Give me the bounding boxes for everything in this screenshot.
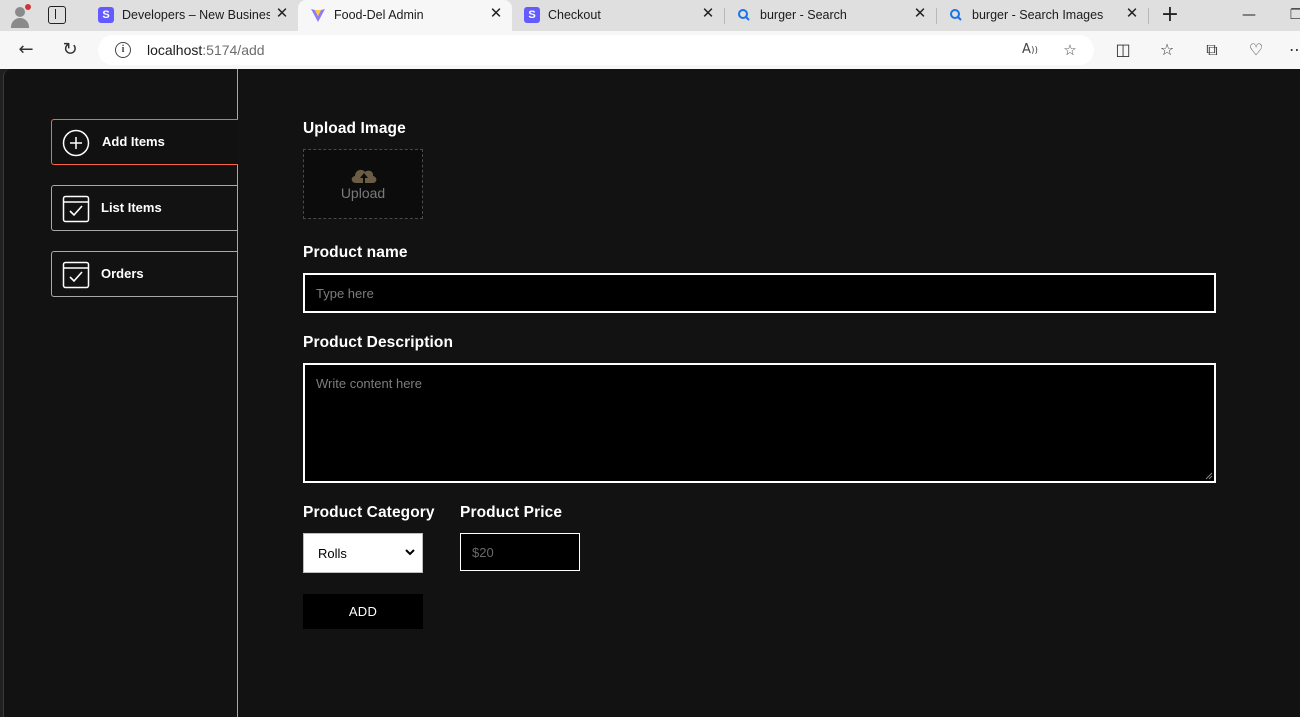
minimize-icon[interactable]: — — [1237, 4, 1261, 28]
browser-tab-food-del-admin[interactable]: Food-Del Admin ✕ — [298, 0, 512, 31]
browser-tab-burger-search[interactable]: burger - Search ✕ — [724, 0, 937, 31]
sidebar-item-orders[interactable]: Orders — [51, 251, 238, 297]
favorites-icon[interactable]: ☆ — [1156, 39, 1178, 61]
split-screen-icon[interactable]: ◫ — [1112, 39, 1134, 61]
close-tab-icon[interactable]: ✕ — [488, 6, 504, 22]
vite-icon — [311, 9, 325, 22]
sidebar-item-label: Add Items — [102, 134, 165, 149]
tab-title: Checkout — [548, 8, 601, 22]
browser-tab-checkout[interactable]: S Checkout ✕ — [512, 0, 725, 31]
product-price-input[interactable]: $20 — [460, 533, 580, 571]
search-icon — [950, 9, 962, 21]
product-category-label: Product Category — [303, 504, 435, 521]
upload-text: Upload — [340, 185, 386, 201]
stripe-icon: S — [524, 7, 540, 23]
collections-icon[interactable]: ⧉ — [1201, 39, 1223, 61]
read-aloud-icon[interactable]: A)) — [1019, 40, 1041, 60]
chevron-down-icon — [405, 549, 415, 556]
refresh-icon[interactable]: ↻ — [58, 38, 82, 62]
add-circle-icon — [62, 129, 90, 157]
add-item-form: Upload Image Upload Product name Type he… — [239, 69, 1300, 717]
sidebar-item-label: Orders — [101, 266, 144, 281]
add-button[interactable]: ADD — [303, 594, 423, 629]
sidebar-item-add-items[interactable]: Add Items — [51, 119, 238, 165]
favorite-star-icon[interactable]: ☆ — [1059, 40, 1081, 60]
placeholder: Type here — [316, 286, 374, 301]
placeholder: Write content here — [316, 376, 422, 391]
new-tab-icon[interactable]: + — [1158, 4, 1182, 28]
product-name-input[interactable]: Type here — [303, 273, 1216, 313]
product-category-select[interactable]: Rolls — [303, 533, 423, 573]
resize-grip-icon[interactable] — [1205, 472, 1213, 480]
product-description-label: Product Description — [303, 334, 454, 351]
tab-title: burger - Search — [760, 8, 847, 22]
sidebar-item-list-items[interactable]: List Items — [51, 185, 238, 231]
upload-image-dropzone[interactable]: Upload — [303, 149, 423, 219]
browser-essentials-icon[interactable]: ♡ — [1245, 39, 1267, 61]
upload-image-label: Upload Image — [303, 120, 406, 137]
site-info-icon[interactable]: i — [115, 42, 131, 58]
restore-icon[interactable]: ❐ — [1284, 4, 1300, 28]
close-tab-icon[interactable]: ✕ — [274, 6, 290, 22]
close-tab-icon[interactable]: ✕ — [912, 6, 928, 22]
sidebar-item-label: List Items — [101, 200, 162, 215]
cloud-upload-icon — [351, 169, 377, 183]
close-tab-icon[interactable]: ✕ — [700, 6, 716, 22]
url-text[interactable]: localhost:5174/add — [147, 42, 265, 58]
checklist-icon — [62, 195, 90, 223]
close-tab-icon[interactable]: ✕ — [1124, 6, 1140, 22]
tab-title: Food-Del Admin — [334, 8, 424, 22]
browser-tab-burger-search-images[interactable]: burger - Search Images ✕ — [936, 0, 1149, 31]
stripe-icon: S — [98, 7, 114, 23]
select-value: Rolls — [318, 546, 347, 561]
search-icon — [738, 9, 750, 21]
placeholder: $20 — [472, 545, 494, 560]
browser-toolbar: ← ↻ i localhost:5174/add A)) ☆ ◫ ☆ ⧉ ♡ ⋯ — [0, 31, 1300, 69]
sidebar: Add Items List Items Orders — [4, 69, 238, 717]
product-description-textarea[interactable]: Write content here — [303, 363, 1216, 483]
checklist-icon — [62, 261, 90, 289]
back-icon[interactable]: ← — [14, 38, 38, 62]
tab-title: burger - Search Images — [972, 8, 1104, 22]
browser-tab-strip: S Developers – New Business ✕ Food-Del A… — [0, 0, 1300, 31]
more-menu-icon[interactable]: ⋯ — [1286, 39, 1300, 61]
product-price-label: Product Price — [460, 504, 563, 521]
admin-app: Add Items List Items Orders Upload Image — [3, 69, 1300, 717]
tab-title: Developers – New Business — [122, 8, 270, 22]
tab-actions-icon[interactable] — [48, 6, 66, 24]
product-name-label: Product name — [303, 244, 408, 261]
address-bar[interactable]: i localhost:5174/add A)) ☆ — [98, 35, 1094, 65]
browser-tab-developers[interactable]: S Developers – New Business ✕ — [86, 0, 298, 31]
profile-avatar-icon[interactable] — [8, 4, 32, 28]
